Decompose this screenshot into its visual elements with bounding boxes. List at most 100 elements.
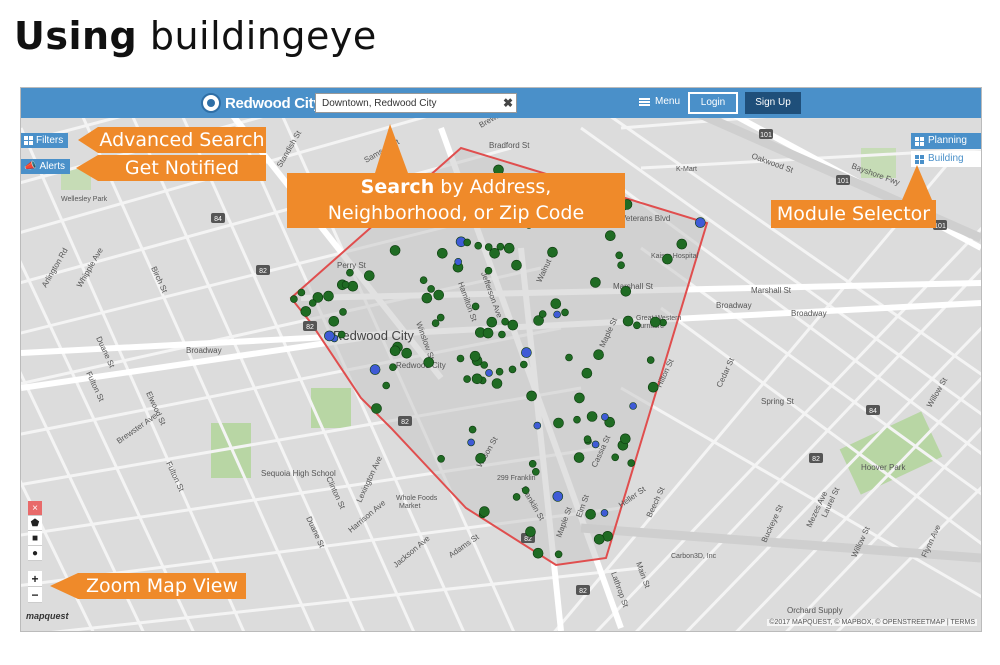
- permit-marker[interactable]: [503, 242, 515, 254]
- permit-marker[interactable]: [538, 310, 547, 318]
- permit-marker[interactable]: [346, 268, 354, 277]
- permit-marker[interactable]: [363, 270, 375, 281]
- permit-marker[interactable]: [463, 238, 472, 247]
- permit-marker[interactable]: [521, 486, 530, 495]
- permit-marker[interactable]: [573, 415, 581, 424]
- permit-marker[interactable]: [427, 285, 435, 293]
- map-attribution[interactable]: ©2017 MAPQUEST, © MAPBOX, © OPENSTREETMA…: [767, 619, 977, 626]
- permit-marker[interactable]: [586, 411, 598, 422]
- permit-marker[interactable]: [611, 453, 620, 462]
- permit-marker[interactable]: [553, 417, 564, 429]
- permit-marker[interactable]: [436, 313, 445, 322]
- permit-marker[interactable]: [471, 373, 483, 385]
- permit-marker[interactable]: [552, 491, 564, 502]
- alerts-button[interactable]: 📣 Alerts: [21, 159, 71, 174]
- permit-marker[interactable]: [604, 230, 616, 241]
- module-planning[interactable]: Planning: [911, 133, 981, 149]
- zoom-in-button[interactable]: +: [28, 571, 42, 587]
- permit-marker[interactable]: [489, 248, 500, 259]
- permit-marker[interactable]: [419, 276, 428, 284]
- permit-marker[interactable]: [593, 349, 604, 361]
- permit-marker[interactable]: [401, 347, 413, 359]
- permit-marker[interactable]: [590, 277, 601, 288]
- permit-marker[interactable]: [565, 353, 573, 362]
- permit-marker[interactable]: [323, 290, 334, 302]
- search-value[interactable]: Downtown, Redwood City: [316, 98, 500, 109]
- permit-marker[interactable]: [369, 364, 381, 375]
- permit-marker[interactable]: [574, 392, 585, 404]
- permit-marker[interactable]: [533, 421, 542, 430]
- permit-marker[interactable]: [615, 251, 624, 260]
- permit-marker[interactable]: [479, 506, 490, 517]
- module-building[interactable]: Building: [911, 151, 981, 167]
- permit-marker[interactable]: [646, 356, 655, 364]
- circle-icon[interactable]: ●: [28, 546, 42, 561]
- permit-marker[interactable]: [512, 493, 521, 501]
- permit-marker[interactable]: [463, 375, 471, 383]
- permit-marker[interactable]: [469, 350, 481, 362]
- permit-marker[interactable]: [591, 440, 600, 449]
- permit-marker[interactable]: [486, 316, 498, 328]
- permit-marker[interactable]: [467, 438, 475, 447]
- permit-marker[interactable]: [468, 425, 477, 434]
- permit-marker[interactable]: [482, 327, 494, 339]
- permit-marker[interactable]: [495, 367, 504, 376]
- permit-marker[interactable]: [480, 361, 489, 369]
- permit-marker[interactable]: [431, 319, 440, 327]
- permit-marker[interactable]: [421, 292, 433, 304]
- permit-marker[interactable]: [341, 280, 350, 289]
- permit-marker[interactable]: [620, 286, 632, 297]
- signup-button[interactable]: Sign Up: [745, 92, 801, 114]
- permit-marker[interactable]: [649, 316, 661, 328]
- permit-marker[interactable]: [308, 299, 317, 307]
- permit-marker[interactable]: [647, 381, 659, 393]
- square-icon[interactable]: ■: [28, 531, 42, 546]
- permit-marker[interactable]: [491, 378, 503, 389]
- permit-marker[interactable]: [501, 317, 509, 326]
- city-logo[interactable]: Redwood City: [201, 92, 322, 114]
- login-button[interactable]: Login: [688, 92, 738, 114]
- permit-marker[interactable]: [629, 402, 637, 410]
- permit-marker[interactable]: [337, 330, 346, 339]
- permit-marker[interactable]: [619, 433, 631, 445]
- permit-marker[interactable]: [531, 467, 540, 476]
- permit-marker[interactable]: [475, 452, 486, 464]
- permit-marker[interactable]: [581, 367, 593, 379]
- permit-marker[interactable]: [601, 413, 609, 421]
- permit-marker[interactable]: [300, 306, 312, 317]
- permit-marker[interactable]: [484, 266, 493, 275]
- permit-marker[interactable]: [659, 318, 667, 327]
- permit-marker[interactable]: [498, 330, 506, 339]
- permit-marker[interactable]: [528, 459, 537, 468]
- permit-marker[interactable]: [297, 288, 306, 297]
- permit-marker[interactable]: [508, 365, 517, 374]
- permit-marker[interactable]: [617, 261, 625, 269]
- zoom-out-button[interactable]: −: [28, 587, 42, 603]
- permit-marker[interactable]: [471, 302, 480, 311]
- permit-marker[interactable]: [532, 547, 544, 559]
- mapquest-logo[interactable]: mapquest: [26, 611, 69, 621]
- permit-marker[interactable]: [676, 238, 688, 250]
- permit-marker[interactable]: [585, 508, 596, 520]
- pentagon-icon[interactable]: ⬟: [28, 516, 42, 531]
- permit-marker[interactable]: [436, 248, 448, 259]
- menu-button[interactable]: Menu: [639, 96, 680, 107]
- permit-marker[interactable]: [423, 357, 435, 368]
- permit-marker[interactable]: [389, 245, 401, 256]
- close-icon[interactable]: ✖: [500, 96, 516, 110]
- permit-marker[interactable]: [521, 347, 532, 358]
- permit-marker[interactable]: [573, 452, 585, 463]
- permit-marker[interactable]: [290, 295, 298, 303]
- permit-marker[interactable]: [328, 316, 340, 327]
- permit-marker[interactable]: [694, 217, 706, 228]
- permit-marker[interactable]: [347, 280, 359, 292]
- permit-marker[interactable]: [553, 310, 561, 319]
- permit-marker[interactable]: [600, 509, 609, 517]
- permit-marker[interactable]: [324, 330, 335, 342]
- permit-marker[interactable]: [456, 354, 465, 363]
- search-input[interactable]: Downtown, Redwood City ✖: [315, 93, 517, 113]
- permit-marker[interactable]: [554, 550, 563, 559]
- permit-marker[interactable]: [519, 360, 528, 369]
- permit-marker[interactable]: [511, 259, 522, 271]
- permit-marker[interactable]: [525, 526, 536, 538]
